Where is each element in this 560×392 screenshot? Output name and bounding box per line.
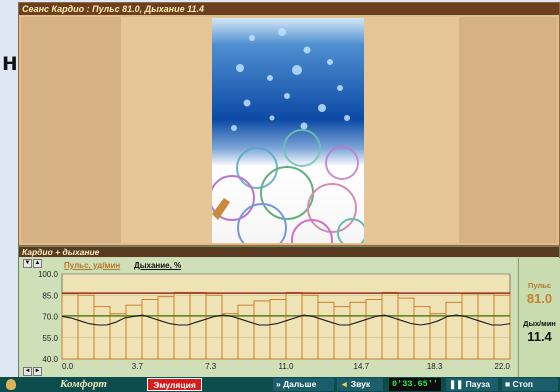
y-tick-label: 100.0 xyxy=(38,270,59,279)
bubbles-scene-image xyxy=(212,18,364,243)
sound-label: Звук xyxy=(350,379,371,389)
session-window: Сеанс Кардио : Пульс 81.0, Дыхание 11.4 xyxy=(18,2,560,246)
left-panel xyxy=(21,17,121,243)
cardio-breath-chart: 100.0 85.0 70.0 55.0 40.0 0.0 3.7 7.3 11.0 14.7 18… xyxy=(38,270,511,371)
pause-label: Пауза xyxy=(465,379,490,389)
x-tick-label: 0.0 xyxy=(62,362,74,371)
cardio-chart-window: Кардио + дыхание ▼ ▲ Пульс, уд/мин Дыхан… xyxy=(18,246,560,378)
x-tick-label: 22.0 xyxy=(494,362,510,371)
pulse-label: Пульс xyxy=(527,281,551,290)
x-tick-label: 11.0 xyxy=(279,362,295,371)
emulation-button[interactable]: Эмуляция xyxy=(147,378,202,391)
sound-button[interactable]: ◄ Звук xyxy=(337,378,383,391)
bottom-toolbar: Комфорт Эмуляция » Дальше ◄ Звук 0'33.65… xyxy=(0,377,560,392)
app-logo: Комфорт xyxy=(60,378,107,390)
y-tick-label: 85.0 xyxy=(42,291,58,300)
x-tick-label: 7.3 xyxy=(205,362,217,371)
pause-button[interactable]: ❚❚ Пауза xyxy=(446,378,498,391)
next-icon: » xyxy=(276,379,281,389)
session-timer: 0'33.65'' xyxy=(389,378,441,391)
next-button[interactable]: » Дальше xyxy=(273,378,334,391)
next-label: Дальше xyxy=(283,379,317,389)
y-tick-label: 40.0 xyxy=(42,355,58,364)
breath-label: Дых/мин xyxy=(523,319,556,328)
stop-icon: ■ xyxy=(505,379,511,389)
breath-value: 11.4 xyxy=(527,329,552,344)
session-window-title: Сеанс Кардио : Пульс 81.0, Дыхание 11.4 xyxy=(19,3,559,15)
pause-icon: ❚❚ xyxy=(449,379,464,389)
chart-area: ▼ ▲ Пульс, уд/мин Дыхание, % 100.0 85.0 70… xyxy=(20,258,516,377)
chart-window-title: Кардио + дыхание xyxy=(19,247,559,257)
values-panel: Пульс 81.0 Дых/мин 11.4 xyxy=(518,258,560,377)
right-panel xyxy=(459,17,557,243)
scroll-left-button[interactable]: ◄ xyxy=(23,367,32,376)
pulse-value: 81.0 xyxy=(526,291,553,306)
y-tick-label: 55.0 xyxy=(42,334,58,343)
leaf-logo-icon xyxy=(6,379,16,390)
scroll-right-button[interactable]: ► xyxy=(33,367,42,376)
stop-label: Стоп xyxy=(512,379,534,389)
stop-button[interactable]: ■ Стоп xyxy=(502,378,558,391)
x-tick-label: 14.7 xyxy=(354,362,370,371)
y-tick-label: 70.0 xyxy=(42,313,58,322)
x-tick-label: 18.3 xyxy=(427,362,443,371)
x-tick-label: 3.7 xyxy=(132,362,144,371)
speaker-icon: ◄ xyxy=(340,379,349,389)
